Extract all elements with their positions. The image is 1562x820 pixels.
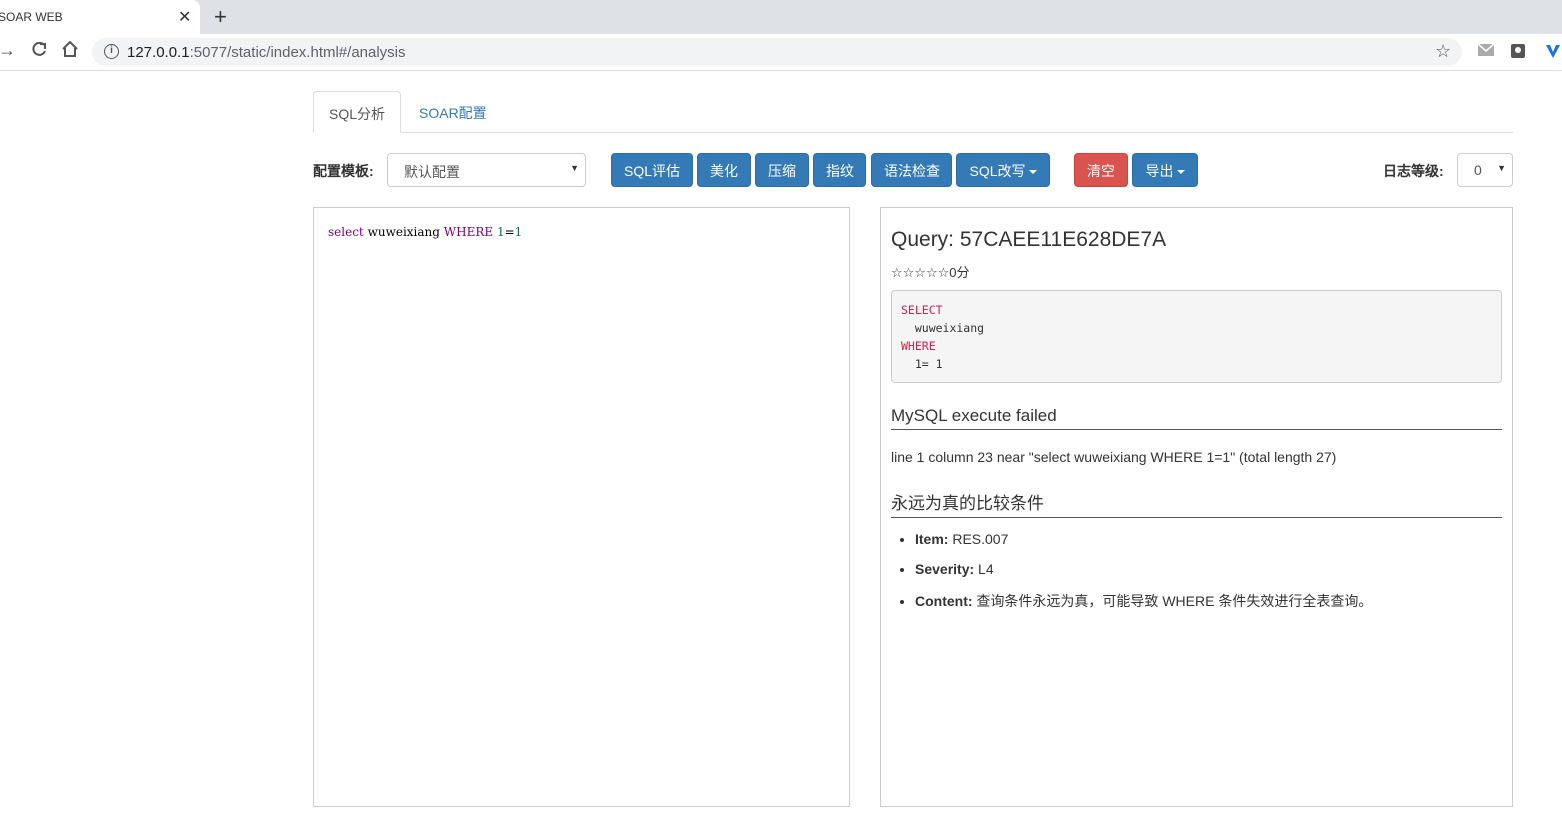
beautify-button[interactable]: 美化 bbox=[697, 153, 751, 187]
bookmark-star-icon[interactable]: ☆ bbox=[1435, 41, 1451, 62]
editor-token-number: 1 bbox=[496, 225, 505, 239]
error-heading: MySQL execute failed bbox=[891, 406, 1502, 430]
editor-token-number: 1 bbox=[514, 225, 523, 239]
url-path: :5077/static/index.html#/analysis bbox=[189, 44, 406, 61]
tab-soar-config[interactable]: SOAR配置 bbox=[404, 91, 502, 133]
browser-tabstrip: SOAR WEB ✕ + bbox=[0, 0, 1562, 34]
url-text[interactable]: 127.0.0.1:5077/static/index.html#/analys… bbox=[127, 44, 406, 61]
compress-button[interactable]: 压缩 bbox=[755, 153, 809, 187]
url-host: 127.0.0.1 bbox=[127, 44, 190, 61]
chevron-down-icon: ▼ bbox=[1497, 163, 1506, 173]
item-value: RES.007 bbox=[948, 531, 1009, 547]
tab-sql-analysis[interactable]: SQL分析 bbox=[313, 91, 401, 133]
rule-heading: 永远为真的比较条件 bbox=[891, 489, 1502, 518]
editor-token-keyword: WHERE bbox=[443, 225, 494, 239]
fingerprint-button[interactable]: 指纹 bbox=[813, 153, 866, 187]
config-template-select[interactable]: 默认配置 ▼ bbox=[387, 153, 586, 187]
list-item: Severity: L4 bbox=[915, 561, 1372, 577]
error-text: line 1 column 23 near "select wuweixiang… bbox=[891, 449, 1337, 465]
editor-token-operator: = bbox=[504, 225, 515, 239]
content-key: Content: bbox=[915, 593, 973, 609]
list-item: Item: RES.007 bbox=[915, 531, 1372, 547]
query-title: Query: 57CAEE11E628DE7A bbox=[891, 228, 1167, 251]
home-icon[interactable] bbox=[61, 40, 79, 63]
sql-rewrite-label: SQL改写 bbox=[969, 163, 1026, 179]
rule-details-list: Item: RES.007 Severity: L4 Content: 查询条件… bbox=[915, 531, 1372, 625]
config-template-value: 默认配置 bbox=[404, 164, 460, 180]
browser-tab-title: SOAR WEB bbox=[0, 10, 63, 24]
export-label: 导出 bbox=[1145, 163, 1174, 179]
sql-keyword: SELECT bbox=[901, 303, 943, 317]
extension-icon[interactable] bbox=[1510, 43, 1526, 59]
chevron-down-icon: ▼ bbox=[570, 163, 579, 173]
reload-icon[interactable] bbox=[30, 40, 48, 63]
browser-toolbar: → i 127.0.0.1:5077/static/index.html#/an… bbox=[0, 34, 1562, 71]
severity-value: L4 bbox=[974, 561, 994, 577]
editor-code-line[interactable]: select wuweixiang WHERE 1=1 bbox=[328, 225, 522, 239]
sql-evaluate-button[interactable]: SQL评估 bbox=[611, 153, 693, 187]
close-tab-icon[interactable]: ✕ bbox=[178, 7, 191, 27]
sql-line: wuweixiang bbox=[901, 321, 985, 335]
forward-icon[interactable]: → bbox=[0, 40, 16, 61]
new-tab-button[interactable]: + bbox=[214, 4, 227, 30]
analysis-result-panel: Query: 57CAEE11E628DE7A ☆☆☆☆☆0分 SELECT w… bbox=[880, 207, 1513, 807]
content-value: 查询条件永远为真，可能导致 WHERE 条件失效进行全表查询。 bbox=[972, 593, 1373, 609]
clear-button[interactable]: 清空 bbox=[1074, 153, 1128, 187]
severity-key: Severity: bbox=[915, 561, 975, 577]
editor-token-identifier: wuweixiang bbox=[363, 225, 444, 239]
caret-down-icon bbox=[1028, 170, 1037, 175]
app-nav-tabs: SQL分析 SOAR配置 bbox=[313, 91, 1513, 133]
score-stars: ☆☆☆☆☆0分 bbox=[891, 265, 970, 280]
formatted-sql-block: SELECT wuweixiang WHERE 1= 1 bbox=[891, 290, 1502, 383]
caret-down-icon bbox=[1176, 170, 1185, 175]
sql-keyword: WHERE bbox=[901, 339, 936, 353]
browser-tab[interactable]: SOAR WEB ✕ bbox=[0, 0, 200, 34]
item-key: Item: bbox=[915, 531, 949, 547]
address-bar[interactable]: i 127.0.0.1:5077/static/index.html#/anal… bbox=[92, 38, 1462, 66]
mail-extension-icon[interactable] bbox=[1477, 43, 1495, 59]
sql-line: 1= 1 bbox=[901, 357, 943, 371]
syntax-check-button[interactable]: 语法检查 bbox=[871, 153, 952, 187]
sql-editor[interactable]: select wuweixiang WHERE 1=1 bbox=[313, 207, 850, 807]
v-extension-icon[interactable] bbox=[1545, 43, 1561, 59]
editor-token-keyword: select bbox=[328, 225, 364, 239]
config-template-label: 配置模板: bbox=[313, 163, 374, 179]
log-level-value: 0 bbox=[1474, 162, 1482, 178]
log-level-select[interactable]: 0 ▼ bbox=[1457, 153, 1513, 187]
sql-rewrite-dropdown-button[interactable]: SQL改写 bbox=[956, 153, 1050, 187]
export-dropdown-button[interactable]: 导出 bbox=[1132, 153, 1198, 187]
log-level-label: 日志等级: bbox=[1383, 163, 1444, 179]
info-icon[interactable]: i bbox=[104, 44, 119, 59]
list-item: Content: 查询条件永远为真，可能导致 WHERE 条件失效进行全表查询。 bbox=[915, 591, 1372, 611]
